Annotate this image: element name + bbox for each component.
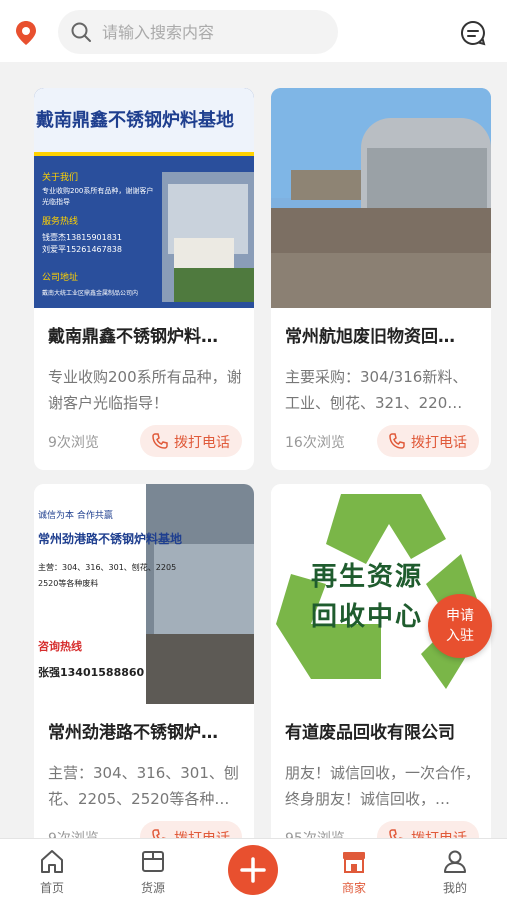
- phone-2: 刘爱平15261467838: [42, 245, 122, 254]
- phone-icon: [389, 433, 405, 449]
- phone-1: 钱壹杰13815901831: [42, 233, 122, 242]
- location-pin-icon[interactable]: [14, 20, 38, 46]
- publish-button[interactable]: [228, 845, 278, 895]
- tab-label: 首页: [39, 881, 64, 895]
- merchant-card[interactable]: 戴南鼎鑫不锈钢炉料基地 关于我们 专业收购200系所有品种，谢谢客户光临指导 服…: [34, 88, 254, 470]
- view-count: 9次浏览: [48, 828, 99, 838]
- merchant-title[interactable]: 常州劲港路不锈钢炉…: [48, 718, 243, 743]
- main-items: 主营：304、316、301、刨花、2205: [38, 563, 177, 572]
- merchant-card[interactable]: 常州航旭废旧物资回… 主要采购：304/316新料、工业、刨花、321、220……: [271, 88, 491, 470]
- merchant-title[interactable]: 常州航旭废旧物资回…: [285, 322, 480, 347]
- box-icon: [142, 851, 164, 872]
- phone-icon: [152, 829, 167, 838]
- tab-home[interactable]: 首页: [12, 839, 92, 900]
- shop-icon: [343, 852, 365, 873]
- merchant-image: [271, 88, 491, 308]
- image-headline: 常州劲港路不锈钢炉料基地: [38, 532, 183, 546]
- home-icon: [41, 850, 63, 873]
- merchant-card[interactable]: 诚信为本 合作共赢 常州劲港路不锈钢炉料基地 主营：304、316、301、刨花…: [34, 484, 254, 838]
- merchant-feed[interactable]: 戴南鼎鑫不锈钢炉料基地 关于我们 专业收购200系所有品种，谢谢客户光临指导 服…: [0, 62, 507, 838]
- image-slogan: 诚信为本 合作共赢: [38, 511, 113, 521]
- search-bar[interactable]: [58, 10, 338, 54]
- tab-label: 货源: [140, 881, 165, 895]
- merchant-image: 诚信为本 合作共赢 常州劲港路不锈钢炉料基地 主营：304、316、301、刨花…: [34, 484, 254, 704]
- merchant-title[interactable]: 有道废品回收有限公司: [285, 718, 480, 743]
- call-button[interactable]: 拨打电话: [140, 821, 242, 838]
- call-button-label: 拨打电话: [174, 828, 230, 838]
- tab-label: 商家: [341, 881, 366, 895]
- view-count: 95次浏览: [285, 828, 345, 838]
- merchant-description: 主要采购：304/316新料、工业、刨花、321、220…: [285, 368, 468, 412]
- call-button-label: 拨打电话: [411, 435, 467, 451]
- image-headline: 戴南鼎鑫不锈钢炉料基地: [36, 110, 234, 131]
- top-bar: [0, 0, 507, 62]
- apply-join-button[interactable]: 申请 入驻: [428, 594, 492, 658]
- apply-line-2: 入驻: [446, 628, 474, 644]
- hotline-label: 咨询热线: [38, 640, 82, 653]
- bottom-tab-bar: 首页 货源 商家 我的: [0, 838, 507, 900]
- hotline-tag: 服务热线: [42, 217, 79, 227]
- merchant-description: 朋友！诚信回收，一次合作，终身朋友！诚信回收，…: [285, 764, 480, 808]
- main-items-2: 2520等各种废料: [38, 579, 99, 588]
- call-button-label: 拨打电话: [411, 828, 467, 838]
- call-button[interactable]: 拨打电话: [377, 425, 479, 457]
- view-count: 9次浏览: [48, 435, 99, 451]
- address-tag: 公司地址: [42, 273, 79, 283]
- about-tag: 关于我们: [42, 173, 79, 183]
- tab-merchants[interactable]: 商家: [314, 839, 394, 900]
- merchant-description: 专业收购200系所有品种，谢谢客户光临指导！: [48, 368, 242, 412]
- tab-supply[interactable]: 货源: [113, 839, 193, 900]
- view-count: 16次浏览: [285, 435, 345, 451]
- call-button-label: 拨打电话: [174, 435, 230, 451]
- call-button[interactable]: 拨打电话: [377, 821, 479, 838]
- merchant-description: 主营：304、316、301、刨花、2205、2520等各种…: [48, 764, 239, 808]
- tab-mine[interactable]: 我的: [415, 839, 495, 900]
- apply-line-1: 申请: [446, 608, 474, 624]
- image-line-2: 回收中心: [311, 602, 424, 632]
- merchant-image: 戴南鼎鑫不锈钢炉料基地 关于我们 专业收购200系所有品种，谢谢客户光临指导 服…: [34, 88, 254, 308]
- merchant-card[interactable]: 再生资源 回收中心 有道废品回收有限公司 朋友！诚信回收，一次合作，终身朋友！诚…: [271, 484, 491, 838]
- contact-phone: 张强13401588860: [38, 666, 145, 679]
- call-button[interactable]: 拨打电话: [140, 425, 242, 457]
- plus-icon: [240, 857, 266, 883]
- search-input[interactable]: [102, 10, 327, 54]
- phone-icon: [389, 829, 404, 838]
- about-text: 专业收购200系所有品种，谢谢客户光临指导: [42, 187, 154, 206]
- tab-label: 我的: [442, 881, 467, 895]
- message-icon[interactable]: [459, 19, 487, 47]
- phone-icon: [152, 433, 168, 449]
- search-icon: [71, 22, 91, 42]
- user-icon: [444, 850, 466, 873]
- address-text: 戴南大统工业区鼎鑫金属制品公司内: [42, 290, 139, 297]
- merchant-title[interactable]: 戴南鼎鑫不锈钢炉料…: [48, 322, 243, 347]
- image-line-1: 再生资源: [311, 562, 424, 592]
